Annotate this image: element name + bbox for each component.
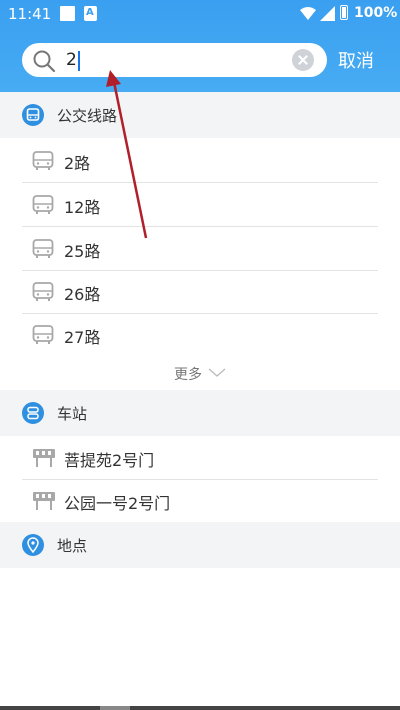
station-label: 公园一号2号门: [64, 494, 171, 513]
search-input[interactable]: [66, 48, 286, 72]
square-icon: [60, 6, 75, 21]
chevron-down-icon: [208, 368, 226, 377]
bus-line-label: 12路: [64, 198, 101, 217]
bus-line-label: 2路: [64, 154, 91, 173]
bus-icon: [22, 104, 44, 126]
more-button[interactable]: 更多: [0, 356, 400, 390]
station-icon: [22, 402, 44, 424]
bus-line-label: 25路: [64, 242, 101, 261]
bus-line-label: 27路: [64, 328, 101, 347]
text-caret: [78, 51, 80, 71]
navigation-bar: [0, 706, 400, 710]
section-title: 地点: [57, 537, 88, 555]
section-title: 公交线路: [57, 107, 118, 125]
header: 11:41 A 100% 取消: [0, 0, 400, 92]
bus-icon: [32, 282, 54, 301]
bus-line-item[interactable]: 26路: [22, 270, 378, 314]
bus-icon: [32, 239, 54, 258]
search-icon: [33, 50, 56, 73]
cancel-button[interactable]: 取消: [338, 47, 374, 73]
signal-icon: [320, 6, 335, 21]
station-item[interactable]: 菩提苑2号门: [22, 436, 378, 480]
search-box[interactable]: [22, 43, 327, 77]
section-title: 车站: [57, 405, 88, 423]
bus-stop-sign-icon: [33, 492, 55, 510]
battery-percent: 100%: [354, 5, 398, 21]
bus-icon: [32, 151, 54, 170]
a-notification-icon: A: [84, 6, 97, 21]
location-pin-icon: [22, 534, 44, 556]
bus-line-item[interactable]: 25路: [22, 227, 378, 271]
clear-icon[interactable]: [292, 49, 314, 71]
bus-icon: [32, 325, 54, 344]
station-item[interactable]: 公园一号2号门: [22, 479, 378, 523]
bus-line-item[interactable]: 27路: [22, 313, 378, 356]
station-label: 菩提苑2号门: [64, 451, 155, 470]
more-label: 更多: [174, 367, 202, 383]
battery-icon: [340, 5, 348, 20]
status-bar: 11:41 A 100%: [0, 0, 400, 28]
wifi-icon: [300, 7, 316, 20]
bus-stop-sign-icon: [33, 449, 55, 467]
bus-line-item[interactable]: 2路: [22, 139, 378, 183]
status-time: 11:41: [8, 5, 52, 23]
section-header-places: 地点: [0, 522, 400, 568]
section-header-bus-lines: 公交线路: [0, 92, 400, 138]
bus-line-item[interactable]: 12路: [22, 183, 378, 227]
bus-icon: [32, 195, 54, 214]
section-header-stations: 车站: [0, 390, 400, 436]
bus-line-label: 26路: [64, 285, 101, 304]
